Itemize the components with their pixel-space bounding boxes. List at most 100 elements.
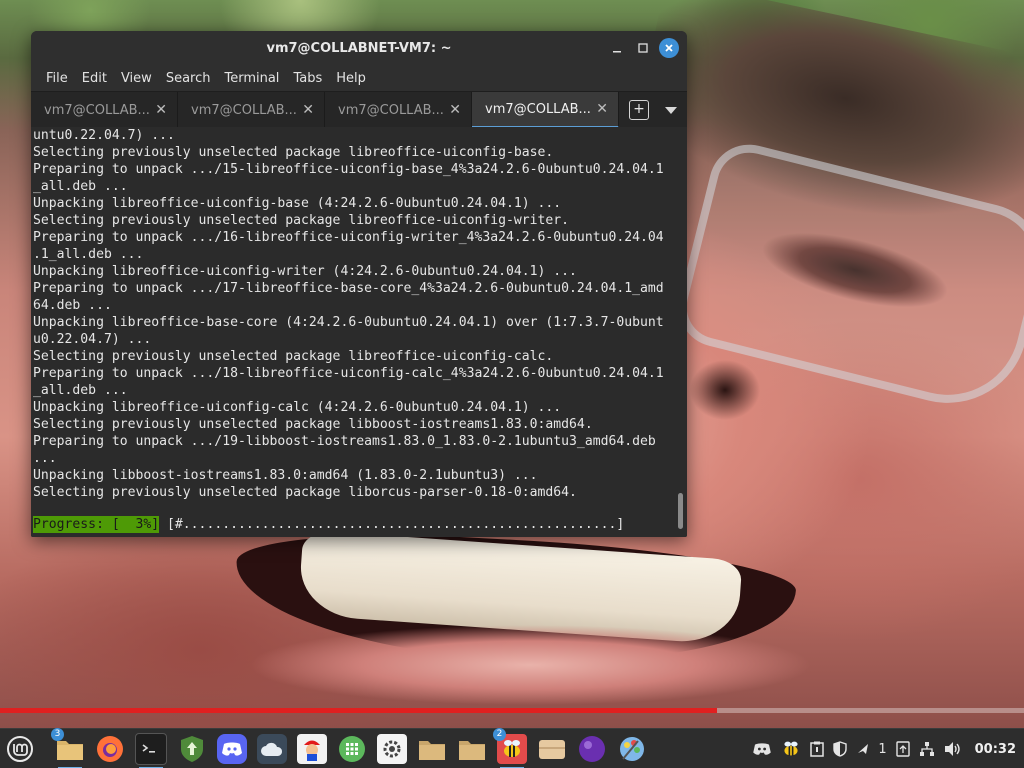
terminal-line: u0.22.04.7) ...	[33, 332, 152, 347]
system-tray: 1 00:32	[752, 729, 1016, 768]
terminal-line: Unpacking libreoffice-uiconfig-base (4:2…	[33, 196, 562, 211]
tray-clock[interactable]: 00:32	[975, 742, 1016, 757]
window-titlebar[interactable]: vm7@COLLABNET-VM7: ~	[31, 31, 687, 65]
window-controls	[607, 38, 679, 58]
terminal-tab-4[interactable]: vm7@COLLAB... ✕	[472, 92, 619, 128]
tab-close-icon[interactable]: ✕	[155, 102, 167, 118]
terminal-line: Selecting previously unselected package …	[33, 485, 577, 500]
menu-help[interactable]: Help	[329, 71, 373, 86]
terminal-tab-2[interactable]: vm7@COLLAB... ✕	[178, 92, 325, 128]
shield-arrow-icon	[181, 736, 203, 762]
tab-close-icon[interactable]: ✕	[449, 102, 461, 118]
minimize-button[interactable]	[607, 38, 627, 58]
tab-close-icon[interactable]: ✕	[302, 102, 314, 118]
wallpaper-nostril	[690, 360, 760, 420]
tab-close-icon[interactable]: ✕	[596, 101, 608, 117]
terminal-line: Selecting previously unselected package …	[33, 417, 593, 432]
terminal-line: .1_all.deb ...	[33, 247, 144, 262]
gear-icon	[383, 740, 401, 758]
terminal-line: Preparing to unpack .../17-libreoffice-b…	[33, 281, 664, 296]
tray-device[interactable]	[895, 741, 910, 757]
files-app-button[interactable]: 3	[51, 728, 85, 768]
notification-icon	[858, 744, 869, 754]
terminal-icon	[142, 744, 155, 753]
tray-volume[interactable]	[944, 741, 962, 757]
terminal-line: Preparing to unpack .../19-libboost-iost…	[33, 434, 656, 449]
menu-view[interactable]: View	[114, 71, 159, 86]
firefox-app-button[interactable]	[95, 734, 125, 764]
menu-file[interactable]: File	[39, 71, 75, 86]
close-button[interactable]	[659, 38, 679, 58]
menu-launcher[interactable]	[5, 734, 35, 764]
mario-game-button[interactable]	[297, 734, 327, 764]
terminal-line: 64.deb ...	[33, 298, 112, 313]
bee-app-button[interactable]: 2	[493, 728, 527, 768]
new-tab-plus-icon[interactable]: +	[629, 100, 649, 120]
paint-palette-icon	[620, 737, 644, 761]
clipboard-icon	[810, 741, 825, 757]
discord-icon	[753, 743, 772, 755]
shield-icon	[833, 741, 848, 757]
terminal-line: Preparing to unpack .../15-libreoffice-u…	[33, 162, 664, 177]
bee-badge: 2	[493, 728, 506, 741]
maximize-button[interactable]	[633, 38, 653, 58]
close-icon	[665, 44, 673, 52]
grid-app-button[interactable]	[337, 734, 367, 764]
archive-icon	[539, 740, 565, 759]
update-manager-button[interactable]	[177, 734, 207, 764]
terminal-line: Unpacking libboost-iostreams1.83.0:amd64…	[33, 468, 538, 483]
terminal-line: _all.deb ...	[33, 179, 128, 194]
notification-count: 1	[878, 741, 887, 757]
menu-edit[interactable]: Edit	[75, 71, 114, 86]
archive-app-button[interactable]	[537, 734, 567, 764]
terminal-app-button[interactable]	[135, 733, 167, 768]
bee-icon	[504, 740, 520, 757]
terminal-text: untu0.22.04.7) ... Selecting previously u…	[33, 127, 664, 501]
settings-app-button[interactable]	[377, 734, 407, 764]
terminal-line: Selecting previously unselected package …	[33, 145, 554, 160]
terminal-window: vm7@COLLABNET-VM7: ~ File Edit View Sear…	[31, 31, 687, 537]
terminal-line: Unpacking libreoffice-base-core (4:24.2.…	[33, 315, 664, 330]
taskbar-apps: 3 2	[51, 728, 647, 768]
tab-label: vm7@COLLAB...	[485, 101, 591, 117]
tray-network[interactable]	[919, 741, 935, 757]
folder-app-button-2[interactable]	[457, 734, 487, 764]
discord-app-button[interactable]	[217, 734, 247, 764]
tab-label: vm7@COLLAB...	[44, 102, 150, 118]
taskbar: 3 2 1 00:32	[0, 728, 1024, 768]
window-title: vm7@COLLABNET-VM7: ~	[266, 40, 452, 56]
progress-bar-text: [#......................................…	[159, 517, 625, 532]
apt-progress: Progress: [ 3%] [#......................…	[33, 516, 624, 533]
network-icon	[919, 742, 934, 756]
folder-icon	[459, 741, 485, 760]
terminal-scrollbar[interactable]	[678, 493, 683, 529]
tray-notifications[interactable]: 1	[856, 741, 887, 757]
terminal-tab-3[interactable]: vm7@COLLAB... ✕	[325, 92, 472, 128]
firefox-icon	[97, 736, 123, 762]
files-badge: 3	[51, 728, 64, 741]
tab-menu-chevron-down-icon[interactable]	[665, 106, 677, 114]
discord-icon	[222, 742, 242, 756]
cloud-app-button[interactable]	[257, 734, 287, 764]
terminal-tab-1[interactable]: vm7@COLLAB... ✕	[31, 92, 178, 128]
tray-clipboard[interactable]	[810, 741, 825, 757]
menu-tabs[interactable]: Tabs	[286, 71, 329, 86]
menubar: File Edit View Search Terminal Tabs Help	[31, 65, 687, 91]
terminal-line: untu0.22.04.7) ...	[33, 128, 175, 143]
terminal-line: ...	[33, 451, 57, 466]
terminal-output[interactable]: untu0.22.04.7) ... Selecting previously u…	[31, 127, 687, 537]
menu-search[interactable]: Search	[159, 71, 218, 86]
progress-label: Progress: [ 3%]	[33, 516, 160, 533]
terminal-line: Selecting previously unselected package …	[33, 349, 554, 364]
tray-discord[interactable]	[752, 742, 772, 756]
tray-shield[interactable]	[833, 741, 848, 757]
folder-icon	[419, 741, 445, 760]
purple-app-button[interactable]	[577, 734, 607, 764]
menu-terminal[interactable]: Terminal	[217, 71, 286, 86]
paint-app-button[interactable]	[617, 734, 647, 764]
bee-icon	[784, 741, 798, 756]
folder-app-button[interactable]	[417, 734, 447, 764]
tab-tools: +	[619, 92, 677, 128]
cloud-icon	[261, 742, 283, 756]
tray-bee[interactable]	[781, 740, 801, 758]
